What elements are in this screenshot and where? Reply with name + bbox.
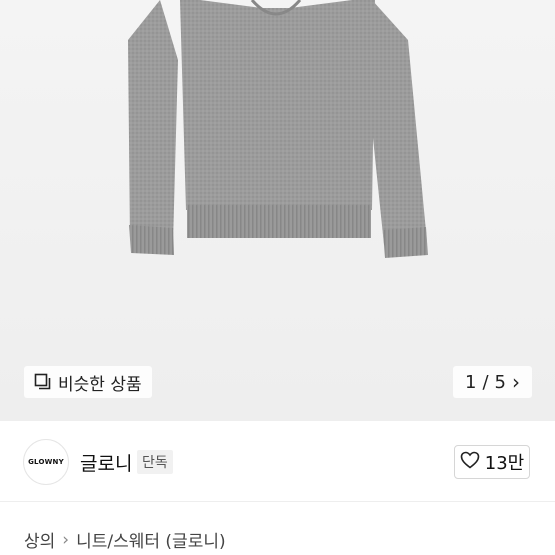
similar-products-label: 비슷한 상품 [58,374,142,395]
product-image[interactable]: 비슷한 상품 1 / 5 › [0,0,555,421]
pager-current: 1 [465,371,477,393]
pager-separator: / [482,371,489,393]
sweater-photo [128,0,428,258]
similar-products-button[interactable]: 비슷한 상품 [24,366,152,398]
like-count: 13만 [484,453,525,474]
brand-name[interactable]: 글로니 [80,449,132,476]
breadcrumb-subcategory[interactable]: 니트/스웨터 (글로니) [76,527,226,552]
breadcrumb: 상의 › 니트/스웨터 (글로니) [24,527,226,553]
chevron-right-icon: › [512,370,520,394]
brand-logo-text: GLOWNY [28,458,64,466]
heart-icon [460,451,480,474]
chevron-right-icon: › [62,529,70,550]
brand-logo[interactable]: GLOWNY [23,439,69,485]
brand-row: GLOWNY 글로니 단독 13만 [0,421,555,502]
exclusive-badge: 단독 [137,450,173,474]
like-button[interactable]: 13만 [454,445,530,479]
image-pager[interactable]: 1 / 5 › [453,366,532,398]
breadcrumb-category[interactable]: 상의 [24,527,55,552]
pager-total: 5 [494,371,506,393]
similar-items-icon [34,373,52,391]
